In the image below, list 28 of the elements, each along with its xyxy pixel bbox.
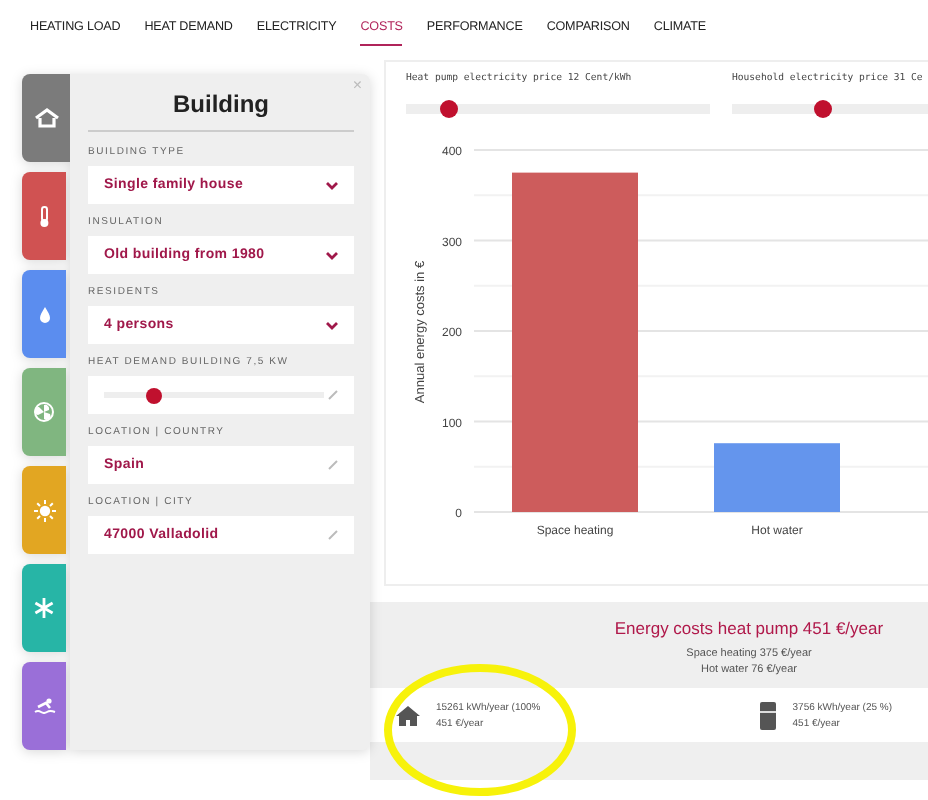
summary-title: Energy costs heat pump 451 €/year [614,618,884,638]
snowflake-icon [34,598,54,618]
chevron-icon [326,321,338,329]
fridge-icon [760,701,777,729]
house-icon [33,108,59,128]
slider-handle[interactable] [814,100,833,118]
category-tab[interactable] [22,74,70,162]
slider-handle[interactable] [146,387,163,403]
sun-icon [33,499,55,521]
category-tab[interactable] [22,172,66,260]
chart-bar [714,443,840,512]
category-tab[interactable] [22,564,66,652]
category-tab[interactable] [22,662,66,750]
chevron-icon [326,181,338,189]
thermometer-icon [37,205,51,227]
slider-handle[interactable] [439,100,458,118]
panel-title: Building [88,86,354,132]
chevron-icon [326,251,338,259]
pencil-icon [328,460,338,470]
drop-icon [37,305,51,323]
category-tab[interactable] [22,368,66,456]
house-icon [396,705,420,725]
pencil-icon [328,530,338,540]
pencil-icon [328,390,338,400]
swimmer-icon [33,698,55,714]
fan-icon [34,402,54,422]
category-tab[interactable] [22,466,66,554]
category-tab[interactable] [22,270,66,358]
